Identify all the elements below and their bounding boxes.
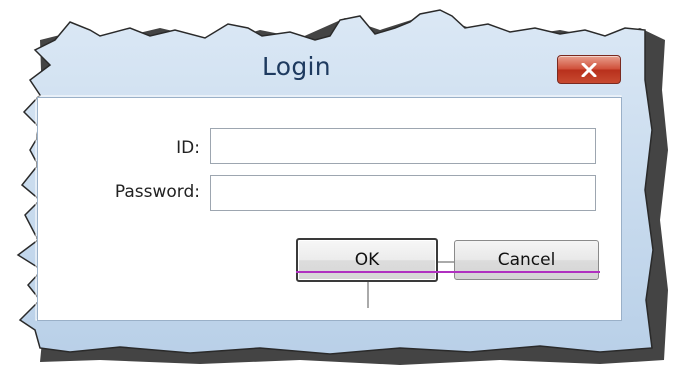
close-icon	[581, 62, 597, 77]
login-dialog: Login ID: Password: OK Cancel	[0, 0, 677, 366]
close-button[interactable]	[557, 55, 621, 84]
cancel-button[interactable]: Cancel	[454, 240, 599, 280]
ok-button-label: OK	[354, 250, 380, 270]
password-field[interactable]	[210, 175, 596, 211]
id-field[interactable]	[210, 128, 596, 164]
id-label: ID:	[176, 138, 200, 158]
password-label: Password:	[114, 182, 200, 202]
dialog-title: Login	[262, 52, 331, 81]
ok-button[interactable]: OK	[296, 238, 438, 282]
cancel-button-label: Cancel	[497, 250, 556, 270]
